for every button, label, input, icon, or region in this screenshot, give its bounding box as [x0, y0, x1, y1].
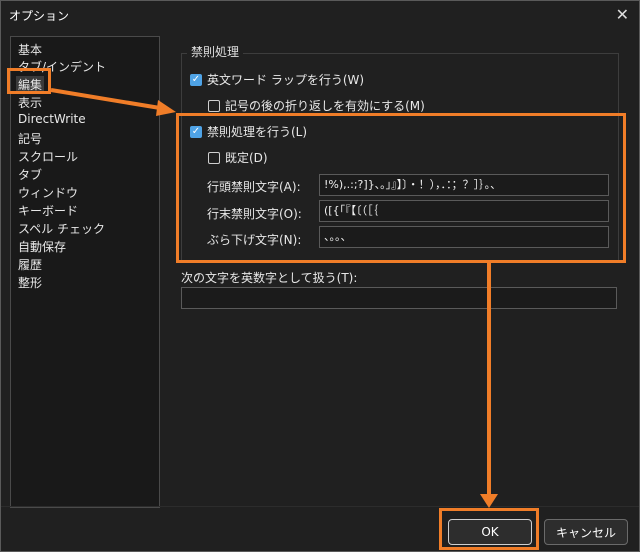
- sidebar-item-scroll[interactable]: スクロール: [18, 148, 78, 165]
- sidebar-item-autosave[interactable]: 自動保存: [18, 238, 66, 255]
- sidebar-item-window[interactable]: ウィンドウ: [18, 184, 78, 201]
- close-icon[interactable]: ✕: [616, 5, 629, 24]
- checkbox-box-icon: [208, 99, 220, 112]
- sidebar-item-spellcheck[interactable]: スペル チェック: [18, 220, 105, 237]
- line-start-input[interactable]: !%),.:;?]}、。」』】〕・！），．：；？］｝。、: [319, 174, 609, 196]
- checkbox-box-icon: [208, 151, 220, 164]
- alnum-label: 次の文字を英数字として扱う(T):: [181, 271, 358, 285]
- hanging-input[interactable]: 、。。、: [319, 226, 609, 248]
- sidebar-item-history[interactable]: 履歴: [18, 256, 42, 273]
- alnum-input[interactable]: [181, 287, 617, 309]
- line-end-input[interactable]: ([{「『【〔（［｛: [319, 200, 609, 222]
- cancel-button[interactable]: キャンセル: [544, 519, 628, 545]
- sidebar-item-keyboard[interactable]: キーボード: [18, 202, 78, 219]
- sidebar-item-symbols[interactable]: 記号: [18, 130, 42, 147]
- sidebar-item-directwrite[interactable]: DirectWrite: [18, 112, 86, 126]
- default-label: 既定(D): [225, 151, 268, 165]
- default-checkbox[interactable]: 既定(D): [208, 149, 268, 166]
- kinsoku-label: 禁則処理を行う(L): [207, 125, 308, 139]
- checkmark-icon: ✓: [190, 125, 202, 138]
- window-title: オプション: [9, 9, 70, 23]
- title-bar: オプション ✕: [1, 1, 639, 29]
- options-dialog: オプション ✕ 基本 タブ/インデント 編集 表示 DirectWrite 記号…: [0, 0, 640, 552]
- symbol-wrap-label: 記号の後の折り返しを有効にする(M): [225, 99, 425, 113]
- line-start-label: 行頭禁則文字(A):: [207, 180, 301, 194]
- kinsoku-checkbox[interactable]: ✓ 禁則処理を行う(L): [190, 123, 307, 140]
- english-wordwrap-checkbox[interactable]: ✓ 英文ワード ラップを行う(W): [190, 71, 364, 88]
- footer-divider: [1, 506, 639, 507]
- sidebar-item-tab[interactable]: タブ: [18, 166, 42, 183]
- english-wordwrap-label: 英文ワード ラップを行う(W): [207, 73, 365, 87]
- sidebar-item-display[interactable]: 表示: [18, 94, 42, 111]
- sidebar-item-edit[interactable]: 編集: [16, 76, 45, 93]
- category-list[interactable]: 基本 タブ/インデント 編集 表示 DirectWrite 記号 スクロール タ…: [10, 36, 160, 508]
- ok-button[interactable]: OK: [448, 519, 532, 545]
- line-end-label: 行末禁則文字(O):: [207, 207, 302, 221]
- sidebar-item-basic[interactable]: 基本: [18, 41, 42, 58]
- group-title: 禁則処理: [187, 43, 244, 60]
- hanging-label: ぶら下げ文字(N):: [207, 233, 302, 247]
- sidebar-item-format[interactable]: 整形: [18, 274, 42, 291]
- symbol-wrap-checkbox[interactable]: 記号の後の折り返しを有効にする(M): [208, 97, 425, 114]
- sidebar-item-tab-indent[interactable]: タブ/インデント: [18, 58, 106, 75]
- checkmark-icon: ✓: [190, 73, 202, 86]
